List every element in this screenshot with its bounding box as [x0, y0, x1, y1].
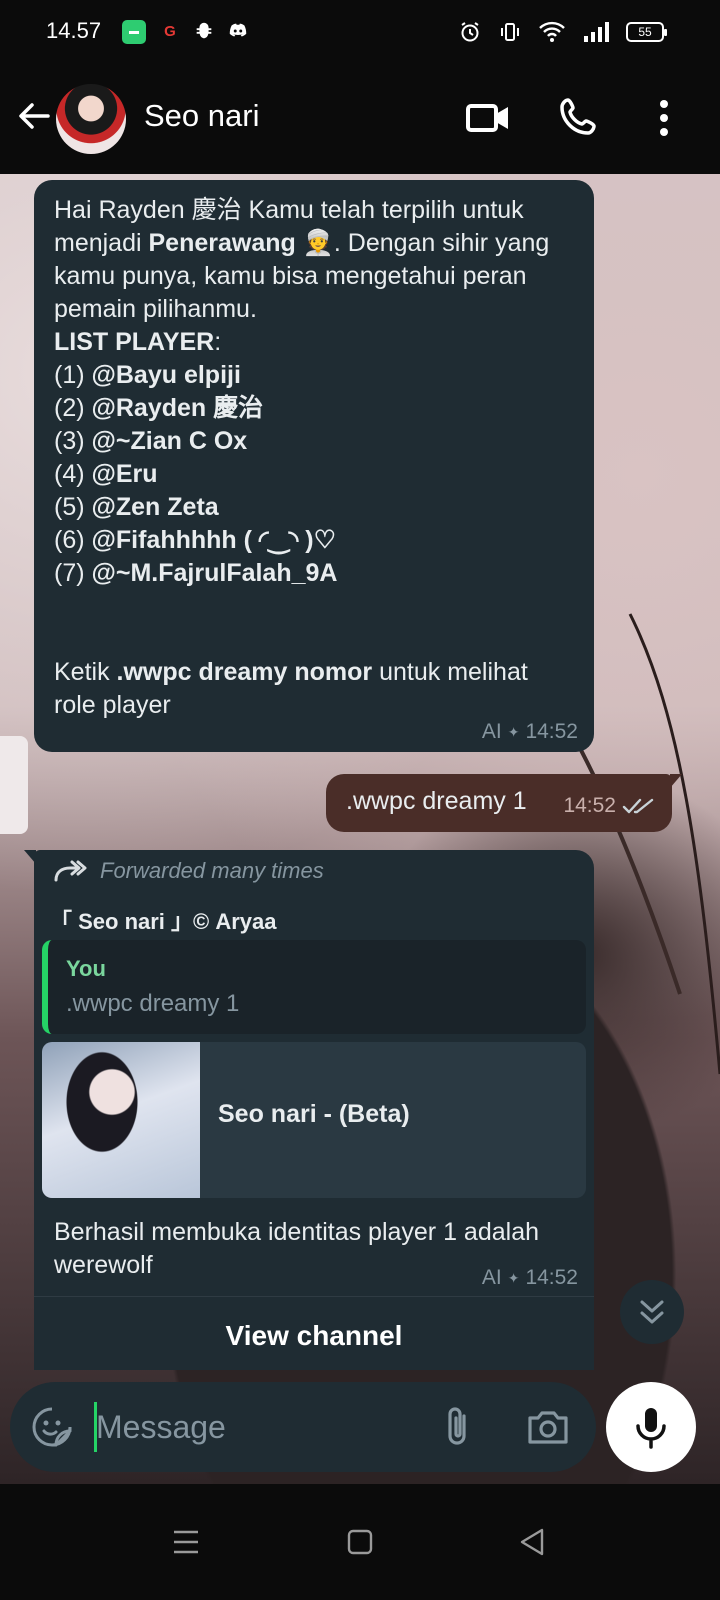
voice-message-button[interactable] — [606, 1382, 696, 1472]
chat-header: Seo nari — [0, 64, 720, 174]
player-mention: @Fifahhhhh ( ◜‿◝ )♡ — [91, 526, 337, 554]
message-composer — [10, 1382, 596, 1472]
divider — [34, 1296, 594, 1297]
signal-icon — [584, 22, 609, 42]
message-time: 14:52 — [525, 1266, 578, 1289]
voice-call-icon[interactable] — [552, 90, 608, 146]
player-mention: @~Zian C Ox — [91, 427, 248, 455]
player-mention: @Bayu elpiji — [91, 361, 241, 389]
more-options-icon[interactable] — [636, 90, 692, 146]
quote-author: You — [66, 956, 106, 981]
ai-sparkle-icon: ✦ — [507, 1269, 520, 1286]
player-item[interactable]: (7) @~M.FajrulFalah_9A — [54, 559, 337, 587]
player-number: (4) — [54, 460, 92, 488]
forwarded-text: Forwarded many times — [100, 858, 324, 883]
message-input[interactable] — [96, 1402, 406, 1452]
g-app-icon: G — [164, 23, 176, 40]
list-title: LIST PLAYER — [54, 328, 215, 356]
scroll-to-bottom-button[interactable] — [620, 1280, 684, 1344]
command-text: .wwpc dreamy nomor — [116, 658, 373, 686]
side-panel-handle[interactable] — [0, 736, 28, 834]
sticker-emoji-icon[interactable] — [30, 1405, 74, 1449]
status-time: 14.57 — [46, 18, 102, 43]
ai-label: AI — [481, 720, 502, 743]
sender-name: 「 Seo nari 」© Aryaa — [50, 909, 277, 934]
player-number: (3) — [54, 427, 92, 455]
menu-icon[interactable] — [166, 1522, 206, 1562]
discord-icon — [226, 20, 250, 44]
quote-text: .wwpc dreamy 1 — [66, 990, 240, 1017]
incoming-message[interactable]: Hai Rayden 慶治 Kamu telah terpilih untuk … — [34, 180, 594, 752]
player-mention: @~M.FajrulFalah_9A — [91, 559, 338, 587]
player-item[interactable]: (1) @Bayu elpiji — [54, 361, 241, 389]
back-arrow-icon[interactable] — [14, 96, 54, 136]
player-item[interactable]: (3) @~Zian C Ox — [54, 427, 247, 455]
player-item[interactable]: (6) @Fifahhhhh ( ◜‿◝ )♡ — [54, 526, 336, 554]
bug-icon — [192, 20, 216, 44]
vibrate-icon — [501, 23, 519, 41]
message-meta: 14:52 — [563, 794, 656, 818]
player-mention: @Eru — [91, 460, 158, 488]
forward-double-arrow-icon — [54, 860, 87, 882]
line-today-icon: ▬ — [122, 20, 146, 44]
system-nav-bar — [0, 1484, 720, 1600]
link-title: Seo nari - (Beta) — [218, 1100, 410, 1128]
link-preview-card[interactable]: Seo nari - (Beta) — [42, 1042, 586, 1198]
player-mention: @Rayden 慶治 — [91, 394, 264, 422]
player-item[interactable]: (2) @Rayden 慶治 — [54, 394, 263, 422]
player-number: (1) — [54, 361, 92, 389]
turban-emoji-icon: 👳 — [302, 229, 334, 257]
ai-sparkle-icon: ✦ — [507, 723, 520, 740]
video-call-icon[interactable] — [460, 90, 516, 146]
back-icon[interactable] — [512, 1522, 552, 1562]
command-prefix: Ketik — [54, 658, 117, 686]
wifi-icon — [539, 21, 565, 42]
message-meta: AI ✦ 14:52 — [482, 720, 578, 744]
ai-label: AI — [481, 1266, 502, 1289]
outgoing-message[interactable]: .wwpc dreamy 1 14:52 — [326, 774, 682, 832]
view-channel-button[interactable]: View channel — [34, 1320, 594, 1352]
contact-name[interactable]: Seo nari — [144, 98, 259, 134]
status-right-icons: 55 — [458, 18, 667, 46]
camera-icon[interactable] — [524, 1404, 572, 1450]
list-colon: : — [214, 328, 222, 356]
player-mention: @Zen Zeta — [91, 493, 219, 521]
battery-icon: 55 — [626, 22, 667, 42]
double-chevron-down-icon — [640, 1300, 664, 1324]
microphone-icon — [636, 1408, 666, 1449]
quoted-message[interactable]: You .wwpc dreamy 1 — [42, 940, 586, 1034]
status-bar: 14.57 ▬ G 55 — [0, 0, 720, 64]
paperclip-icon[interactable] — [436, 1404, 480, 1450]
message-meta: AI ✦ 14:52 — [482, 1266, 578, 1290]
player-item[interactable]: (5) @Zen Zeta — [54, 493, 219, 521]
message-time: 14:52 — [525, 720, 578, 743]
link-thumbnail — [42, 1042, 200, 1198]
home-icon[interactable] — [340, 1522, 380, 1562]
double-check-icon — [622, 798, 654, 814]
role-name: Penerawang — [148, 229, 296, 257]
alarm-icon — [461, 22, 479, 42]
player-item[interactable]: (4) @Eru — [54, 460, 158, 488]
message-text: .wwpc dreamy 1 — [346, 787, 527, 815]
forwarded-label: Forwarded many times — [52, 858, 324, 884]
message-body: Hai Rayden 慶治 Kamu telah terpilih untuk … — [54, 194, 574, 722]
player-number: (2) — [54, 394, 92, 422]
player-number: (5) — [54, 493, 92, 521]
avatar[interactable] — [56, 84, 126, 154]
player-number: (6) — [54, 526, 92, 554]
player-number: (7) — [54, 559, 92, 587]
forwarded-message[interactable]: Forwarded many times 「 Seo nari 」© Aryaa… — [24, 850, 594, 1370]
message-time: 14:52 — [563, 794, 616, 817]
